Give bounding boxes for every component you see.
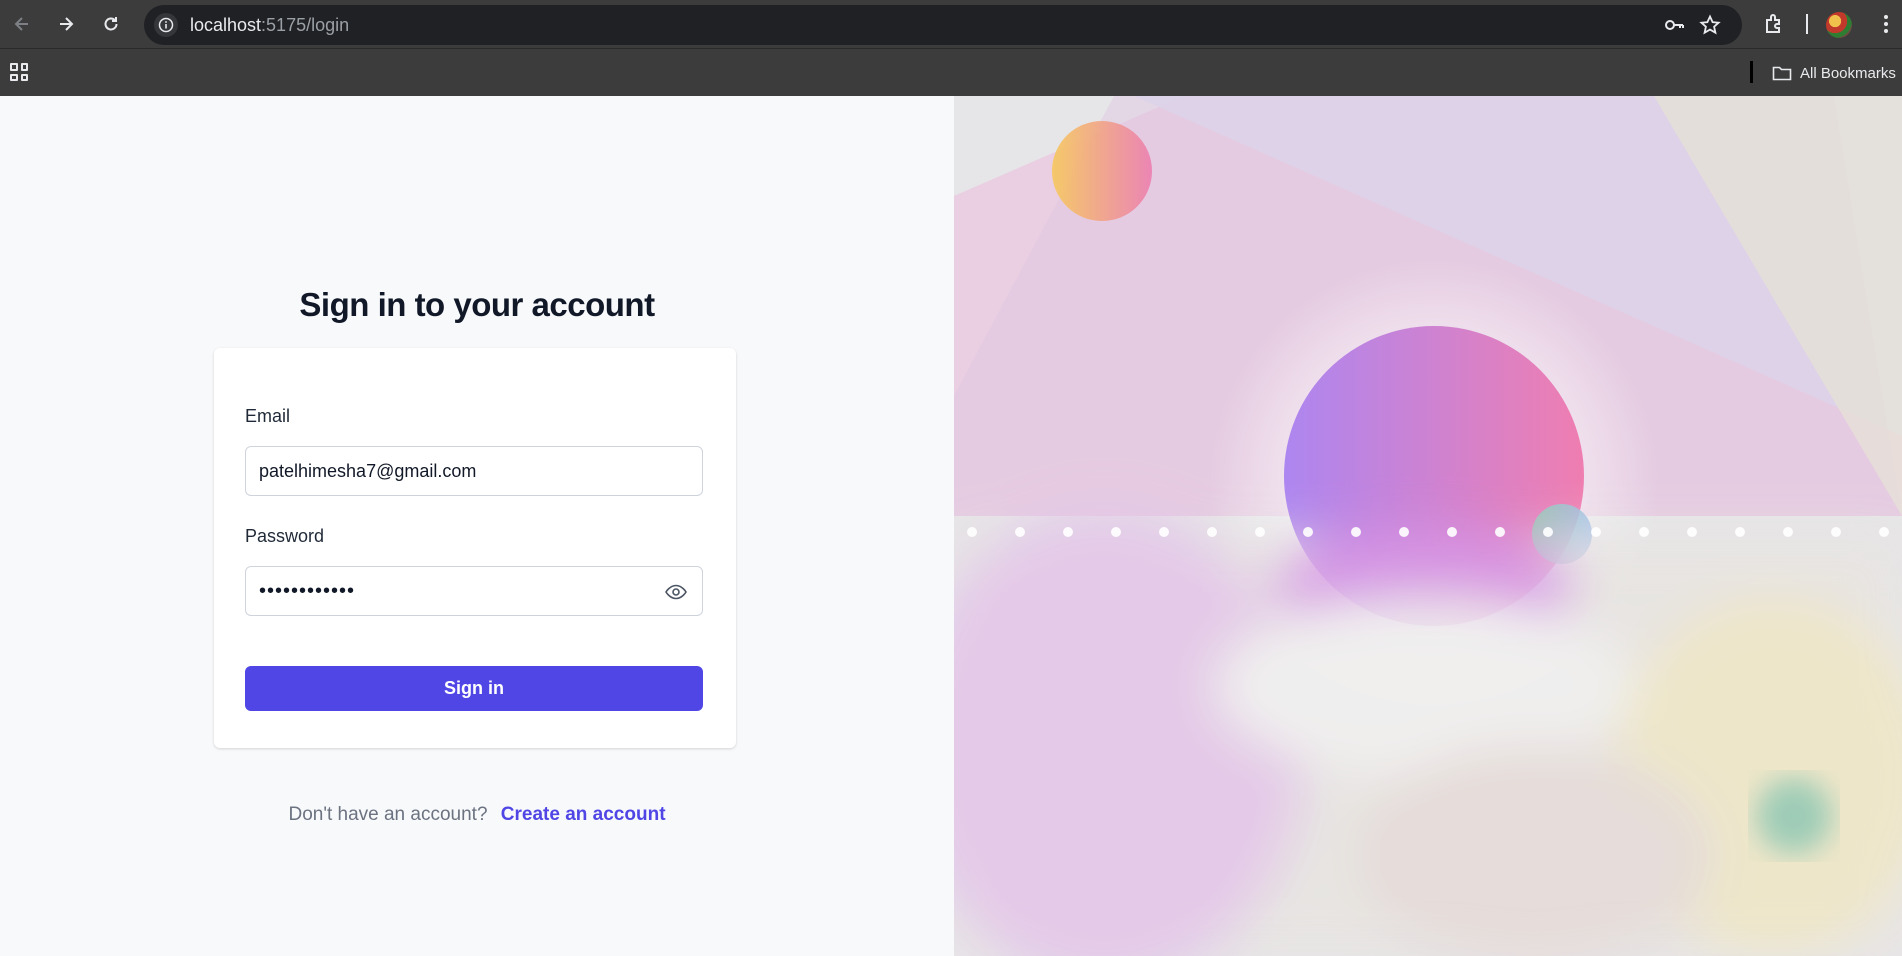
profile-avatar[interactable] [1826,12,1852,38]
decorative-dot [1063,527,1073,537]
decorative-dot [1879,527,1889,537]
decorative-dot [1591,527,1601,537]
page-content: Sign in to your account Email patelhimes… [0,96,1902,956]
decorative-dot [1303,527,1313,537]
decorative-dot [1111,527,1121,537]
decorative-art-panel [954,96,1902,956]
arrow-left-icon [14,17,28,31]
bookmarks-bar: All Bookmarks [0,48,1902,96]
decorative-dot [1159,527,1169,537]
decorative-dot [1735,527,1745,537]
address-bar[interactable]: localhost:5175/login [144,5,1742,45]
decorative-dot [1639,527,1649,537]
email-value: patelhimesha7@gmail.com [259,460,477,481]
extensions-icon[interactable] [1760,10,1788,38]
folder-icon [1772,66,1792,81]
no-account-text: Don't have an account? [288,804,488,825]
password-field[interactable]: •••••••••••• [245,566,703,616]
password-label: Password [245,526,325,546]
back-button[interactable] [6,8,38,40]
url-host: localhost [190,15,262,35]
toolbar-divider [1806,14,1808,34]
email-label: Email [245,406,291,426]
decorative-dot [967,527,977,537]
key-icon[interactable] [1662,13,1686,37]
decorative-dot [1831,527,1841,537]
decorative-dot [1351,527,1361,537]
decorative-dot [1495,527,1505,537]
star-icon[interactable] [1698,13,1722,37]
eye-icon[interactable] [664,580,688,604]
decorative-dot [1255,527,1265,537]
login-panel: Sign in to your account Email patelhimes… [0,96,954,956]
decorative-dot [1783,527,1793,537]
dotted-divider [954,527,1902,537]
all-bookmarks-label: All Bookmarks [1800,64,1896,82]
create-account-link[interactable]: Create an account [501,804,666,825]
decorative-dot [1447,527,1457,537]
page-title: Sign in to your account [299,286,655,323]
decorative-dot [1399,527,1409,537]
password-value: •••••••••••• [259,579,356,602]
browser-toolbar: localhost:5175/login [0,0,1902,48]
reload-button[interactable] [95,8,127,40]
all-bookmarks-button[interactable]: All Bookmarks [1772,60,1896,86]
arrow-right-icon [60,17,74,31]
decorative-dot [1543,527,1553,537]
email-field[interactable]: patelhimesha7@gmail.com [245,446,703,496]
reload-icon [104,17,118,31]
menu-kebab-icon[interactable] [1872,10,1900,38]
bookmarks-divider [1750,61,1753,83]
abstract-background-art [954,96,1902,956]
url-path: :5175/login [261,15,350,35]
decorative-dot [1687,527,1697,537]
browser-chrome: localhost:5175/login All Bookmarks [0,0,1902,96]
url-text: localhost:5175/login [190,15,349,36]
decorative-dot [1015,527,1025,537]
decorative-dot [1207,527,1217,537]
site-info-icon[interactable] [154,13,178,37]
signup-prompt: Don't have an account? Create an account [0,804,954,826]
login-card: Email patelhimesha7@gmail.com Password •… [214,348,736,748]
apps-grid-icon[interactable] [8,61,30,83]
forward-button[interactable] [50,8,82,40]
sign-in-button[interactable]: Sign in [245,666,703,711]
